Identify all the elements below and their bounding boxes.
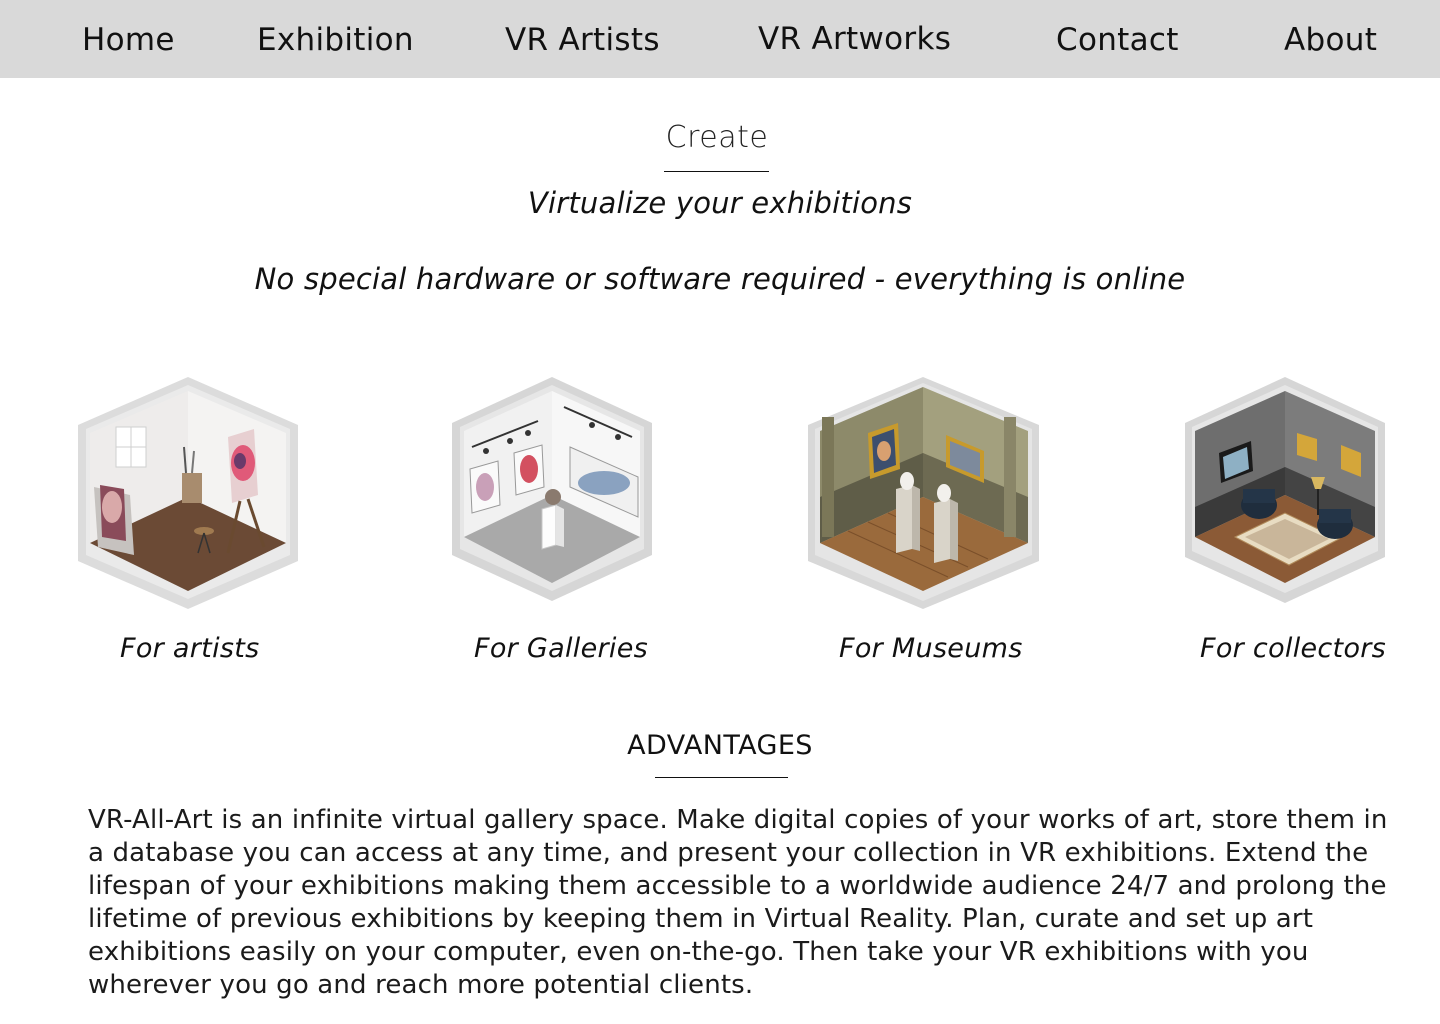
heading-underline (664, 171, 769, 172)
subtagline: No special hardware or software required… (254, 262, 1186, 296)
collector-room-icon (1185, 377, 1385, 603)
caption-for-galleries[interactable]: For Galleries (474, 633, 648, 664)
nav-about[interactable]: About (1284, 20, 1377, 60)
artist-studio-room-icon (78, 377, 298, 609)
card-for-artists[interactable] (78, 377, 298, 609)
caption-for-artists[interactable]: For artists (120, 633, 260, 664)
card-for-galleries[interactable] (452, 377, 652, 603)
gallery-room-icon (452, 377, 652, 601)
tagline: Virtualize your exhibitions (527, 186, 913, 220)
caption-for-collectors[interactable]: For collectors (1200, 633, 1386, 664)
advantages-underline (655, 777, 788, 778)
card-for-museums[interactable] (808, 377, 1039, 609)
nav-vr-artists[interactable]: VR Artists (505, 20, 660, 60)
section-heading-advantages: ADVANTAGES (627, 730, 813, 761)
nav-vr-artworks[interactable]: VR Artworks (758, 19, 951, 59)
caption-for-museums[interactable]: For Museums (839, 633, 1023, 664)
top-navigation: Home Exhibition VR Artists VR Artworks C… (0, 0, 1440, 78)
nav-home[interactable]: Home (82, 20, 175, 60)
card-for-collectors[interactable] (1185, 377, 1385, 605)
advantages-description: VR-All-Art is an infinite virtual galler… (88, 805, 1388, 1000)
nav-exhibition[interactable]: Exhibition (257, 20, 414, 60)
nav-contact[interactable]: Contact (1056, 20, 1179, 60)
museum-room-icon (808, 377, 1039, 609)
section-heading-create: Create (665, 120, 769, 155)
